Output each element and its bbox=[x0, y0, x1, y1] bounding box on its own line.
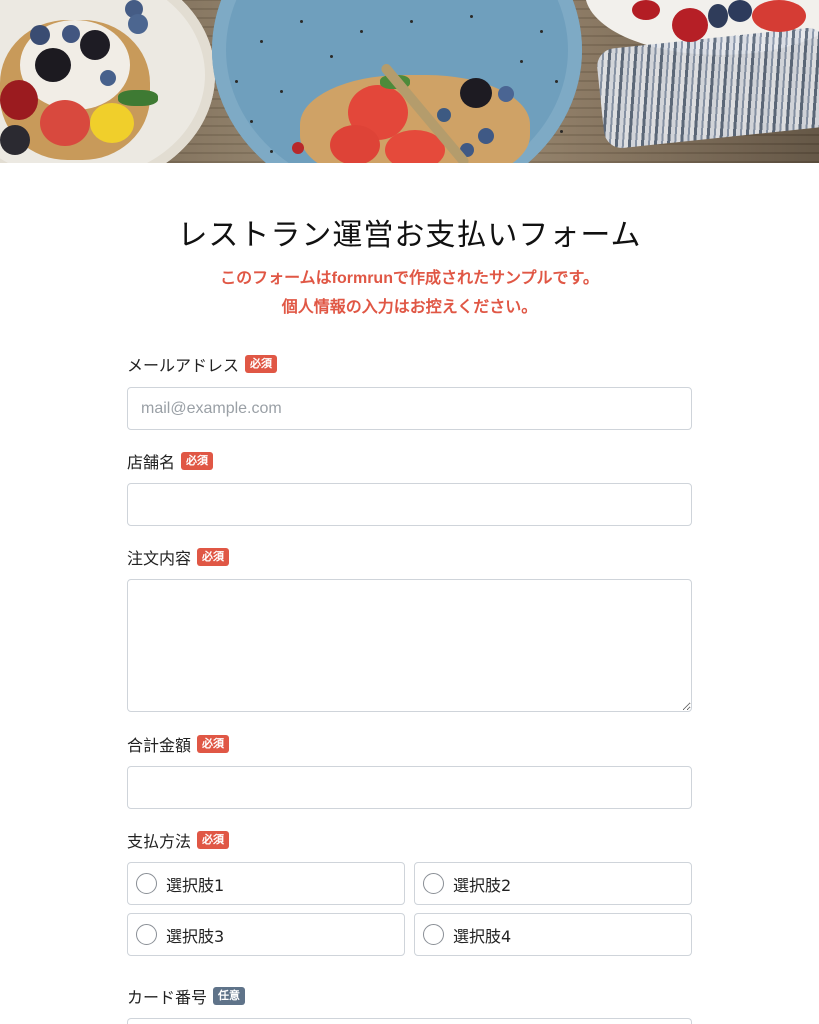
total-amount-input[interactable] bbox=[127, 766, 692, 809]
radio-circle-icon[interactable] bbox=[423, 924, 444, 945]
email-label: メールアドレス 必須 bbox=[127, 352, 278, 376]
required-badge: 必須 bbox=[245, 355, 278, 373]
optional-badge: 任意 bbox=[213, 987, 246, 1005]
form-title: レストラン運営お支払いフォーム bbox=[177, 218, 642, 253]
payment-method-label: 支払方法 必須 bbox=[127, 828, 230, 852]
required-badge: 必須 bbox=[197, 831, 230, 849]
email-input[interactable] bbox=[127, 387, 692, 430]
radio-circle-icon[interactable] bbox=[136, 924, 157, 945]
brand-name: formrun bbox=[331, 270, 393, 287]
total-amount-label: 合計金額 必須 bbox=[127, 732, 230, 756]
radio-circle-icon[interactable] bbox=[136, 873, 157, 894]
store-name-label: 店舗名 必須 bbox=[127, 449, 214, 473]
required-badge: 必須 bbox=[181, 452, 214, 470]
payment-option-3[interactable]: 選択肢3 bbox=[127, 913, 405, 956]
required-badge: 必須 bbox=[197, 548, 230, 566]
card-number-label: カード番号 任意 bbox=[127, 984, 246, 1008]
payment-option-4[interactable]: 選択肢4 bbox=[414, 913, 692, 956]
order-details-textarea[interactable] bbox=[127, 579, 692, 712]
order-details-label: 注文内容 必須 bbox=[127, 545, 230, 569]
required-badge: 必須 bbox=[197, 735, 230, 753]
sample-notice: このフォームはformrunで作成されたサンプルです。 個人情報の入力はお控えく… bbox=[220, 268, 599, 316]
payment-option-2[interactable]: 選択肢2 bbox=[414, 862, 692, 905]
card-number-input[interactable] bbox=[127, 1018, 692, 1024]
store-name-input[interactable] bbox=[127, 483, 692, 526]
payment-option-1[interactable]: 選択肢1 bbox=[127, 862, 405, 905]
radio-circle-icon[interactable] bbox=[423, 873, 444, 894]
header-image bbox=[0, 0, 819, 163]
